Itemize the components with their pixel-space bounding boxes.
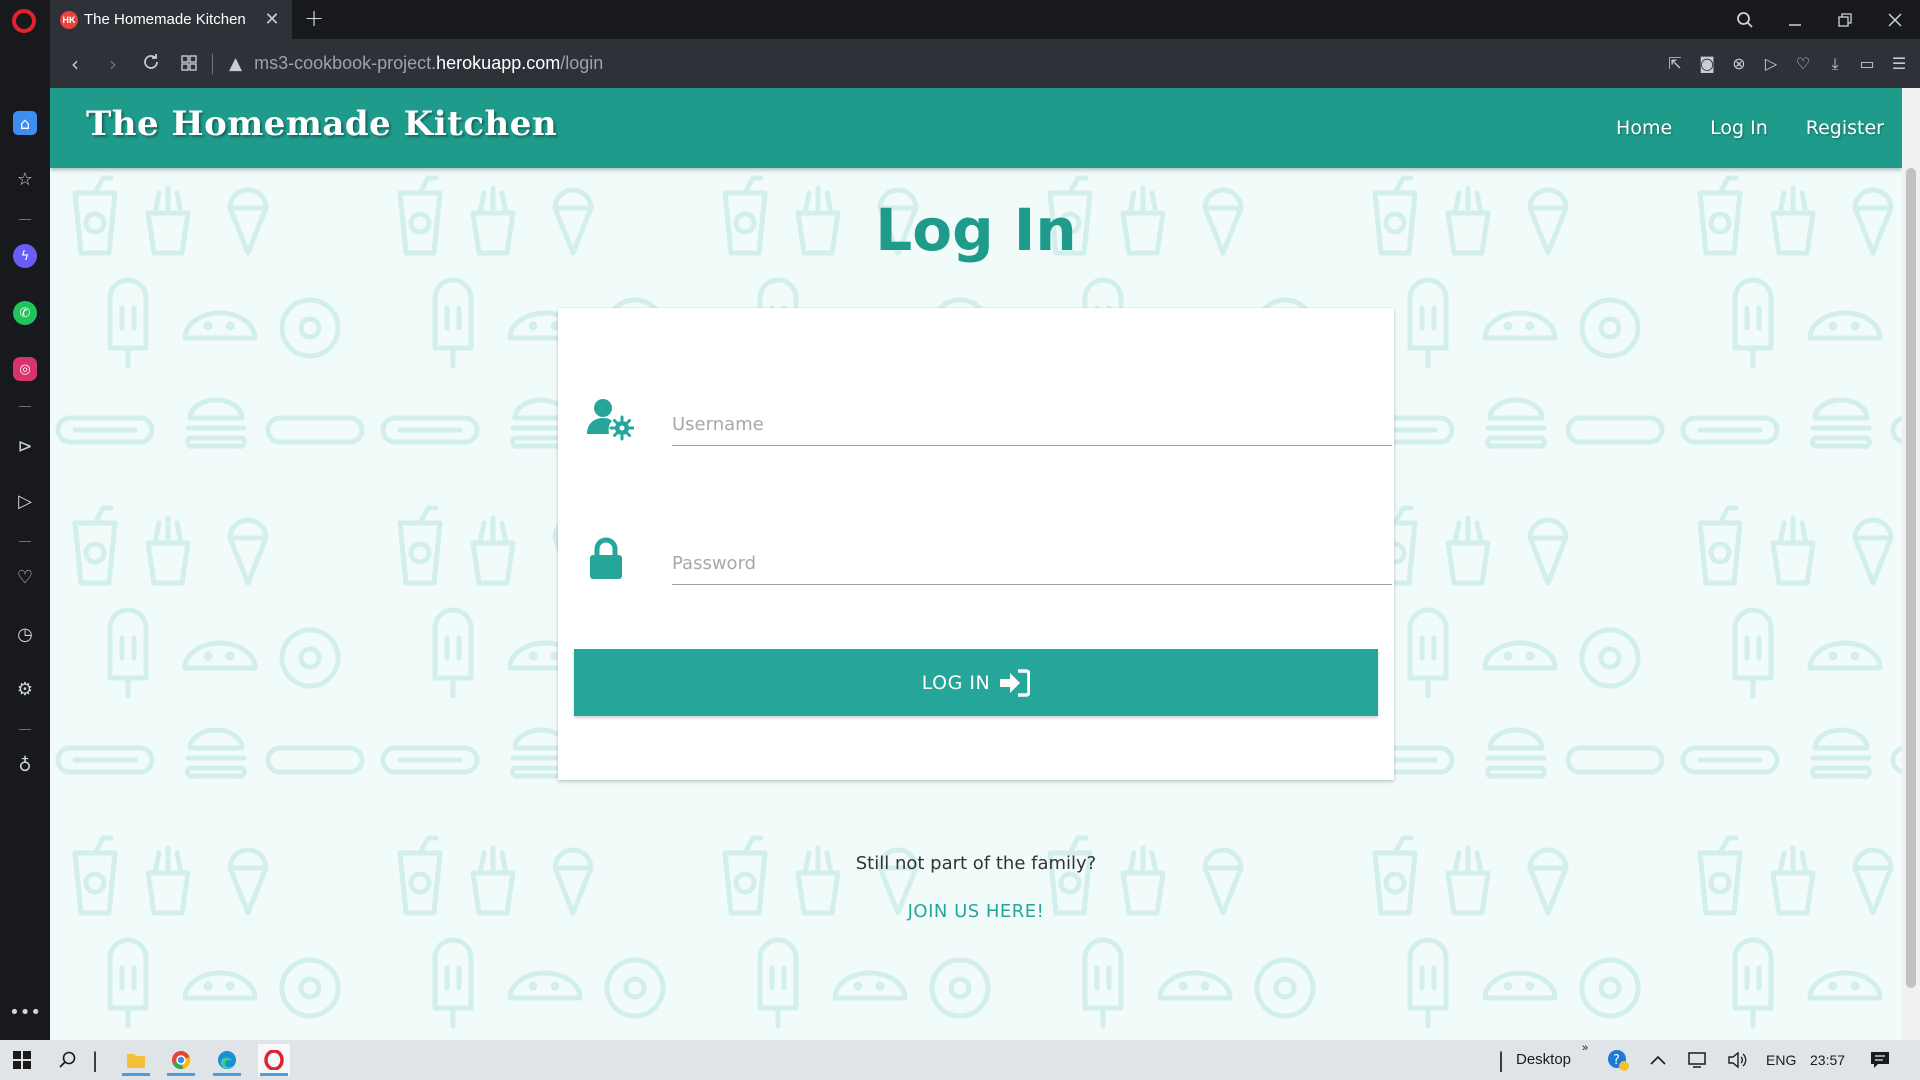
login-form-card: LOG IN xyxy=(558,308,1394,780)
tray-divider: | xyxy=(1497,1048,1505,1072)
minimize-icon[interactable] xyxy=(1770,0,1820,39)
sidebar-divider xyxy=(19,406,31,407)
speed-dial-home-icon[interactable]: ⌂ xyxy=(13,111,37,135)
desktop-toolbar-label[interactable]: Desktop xyxy=(1516,1051,1571,1068)
tabs-overview-icon[interactable] xyxy=(170,52,208,76)
url-path: /login xyxy=(560,53,604,73)
flow-send-icon[interactable]: ▷ xyxy=(13,489,37,513)
reload-icon[interactable] xyxy=(132,52,170,76)
web-page: The Homemade Kitchen Home Log In Registe… xyxy=(50,88,1902,1040)
login-submit-button[interactable]: LOG IN xyxy=(574,649,1378,716)
downloads-icon[interactable]: ⤓ xyxy=(1826,54,1844,74)
address-separator xyxy=(212,53,213,74)
site-brand-logo[interactable]: The Homemade Kitchen xyxy=(86,104,557,144)
pinboard-heart-icon[interactable]: ♡ xyxy=(13,565,37,589)
opera-taskbar-icon[interactable] xyxy=(258,1044,290,1076)
new-tab-icon[interactable]: + xyxy=(304,4,324,32)
page-scrollbar[interactable] xyxy=(1902,88,1920,1040)
username-input[interactable] xyxy=(672,404,1392,446)
nav-register-link[interactable]: Register xyxy=(1806,117,1884,139)
more-options-icon[interactable]: ••• xyxy=(9,1000,41,1024)
password-input[interactable] xyxy=(672,543,1392,585)
opera-menu-icon[interactable] xyxy=(12,9,36,33)
opera-sidebar: ⌂ ☆ ϟ ✆ ◎ ⊳ ▷ ♡ ◷ ⚙ ♁ ••• xyxy=(0,39,50,1040)
windows-search-icon[interactable] xyxy=(52,1044,84,1076)
task-view-divider: | xyxy=(91,1048,99,1072)
site-navbar: The Homemade Kitchen Home Log In Registe… xyxy=(50,88,1902,168)
svg-text:?: ? xyxy=(1613,1053,1620,1068)
network-icon[interactable] xyxy=(1681,1044,1713,1076)
join-us-link[interactable]: JOIN US HERE! xyxy=(50,901,1902,922)
url-field[interactable]: ms3-cookbook-project.herokuapp.com/login xyxy=(254,53,603,74)
settings-gear-icon[interactable]: ⚙ xyxy=(13,677,37,701)
address-bar-actions: ⇱ ◙ ⊗ ▷ ♡ ⤓ ▭ ☰ xyxy=(1666,39,1908,88)
active-indicator xyxy=(167,1073,195,1076)
not-secure-warning-icon[interactable]: ▲ xyxy=(229,54,242,74)
windows-taskbar: | | Desktop » ? ENG 23:57 xyxy=(0,1040,1920,1080)
chrome-icon[interactable] xyxy=(165,1044,197,1076)
clock-time[interactable]: 23:57 xyxy=(1810,1052,1845,1068)
sidebar-divider xyxy=(19,729,31,730)
user-gear-icon xyxy=(587,399,634,441)
active-indicator xyxy=(122,1073,150,1076)
site-menu: Home Log In Register xyxy=(1578,88,1884,168)
back-icon[interactable]: ‹ xyxy=(56,52,94,76)
browser-tab-bar: HK The Homemade Kitchen ✕ + xyxy=(0,0,1920,39)
url-host: herokuapp.com xyxy=(436,53,561,73)
share-icon[interactable]: ⇱ xyxy=(1666,54,1684,73)
browser-tab[interactable]: HK The Homemade Kitchen ✕ xyxy=(50,0,292,39)
lock-icon xyxy=(590,537,622,579)
password-field-group xyxy=(586,535,1392,595)
history-clock-icon[interactable]: ◷ xyxy=(13,622,37,646)
windows-start-icon[interactable] xyxy=(6,1044,38,1076)
toolbar-overflow-icon[interactable]: » xyxy=(1582,1042,1588,1054)
nav-home-link[interactable]: Home xyxy=(1616,117,1672,139)
player-icon[interactable]: ⊳ xyxy=(13,434,37,458)
site-favicon-icon: HK xyxy=(60,10,78,29)
messenger-icon[interactable]: ϟ xyxy=(13,244,37,268)
active-indicator xyxy=(260,1073,288,1076)
restore-icon[interactable] xyxy=(1820,0,1870,39)
language-indicator[interactable]: ENG xyxy=(1766,1052,1796,1068)
join-prompt-text: Still not part of the family? xyxy=(855,853,1097,874)
tab-close-icon[interactable]: ✕ xyxy=(262,9,282,30)
sidebar-divider xyxy=(19,219,31,220)
tips-lightbulb-icon[interactable]: ♁ xyxy=(13,753,37,777)
close-window-icon[interactable] xyxy=(1870,0,1920,39)
sign-in-arrow-icon xyxy=(1000,668,1031,697)
page-title: Log In xyxy=(875,196,1077,264)
send-icon[interactable]: ▷ xyxy=(1762,54,1780,73)
address-bar: ‹ › ▲ ms3-cookbook-project.herokuapp.com… xyxy=(50,39,1920,88)
whatsapp-icon[interactable]: ✆ xyxy=(13,301,37,325)
url-prefix: ms3-cookbook-project. xyxy=(254,53,437,73)
tab-title: The Homemade Kitchen xyxy=(84,11,246,28)
sidebar-divider xyxy=(19,541,31,542)
battery-saver-icon[interactable]: ▭ xyxy=(1858,54,1876,73)
window-controls xyxy=(1720,0,1920,39)
edge-icon[interactable] xyxy=(211,1044,243,1076)
easy-setup-icon[interactable]: ☰ xyxy=(1890,54,1908,73)
volume-icon[interactable] xyxy=(1721,1044,1753,1076)
username-field-group xyxy=(586,396,1392,456)
file-explorer-icon[interactable] xyxy=(120,1044,152,1076)
bookmarks-star-icon[interactable]: ☆ xyxy=(13,167,37,191)
bookmark-heart-icon[interactable]: ♡ xyxy=(1794,54,1812,73)
active-indicator xyxy=(213,1073,241,1076)
scrollbar-thumb[interactable] xyxy=(1906,168,1916,988)
login-button-label: LOG IN xyxy=(921,671,991,694)
instagram-icon[interactable]: ◎ xyxy=(13,357,37,381)
show-hidden-icons-icon[interactable] xyxy=(1642,1044,1674,1076)
forward-icon[interactable]: › xyxy=(94,52,132,76)
nav-login-link[interactable]: Log In xyxy=(1710,117,1768,139)
search-tabs-icon[interactable] xyxy=(1720,0,1770,39)
snapshot-icon[interactable]: ◙ xyxy=(1698,54,1716,73)
adblock-icon[interactable]: ⊗ xyxy=(1730,54,1748,73)
help-notification-icon[interactable]: ? xyxy=(1602,1044,1634,1076)
action-center-icon[interactable] xyxy=(1864,1044,1896,1076)
